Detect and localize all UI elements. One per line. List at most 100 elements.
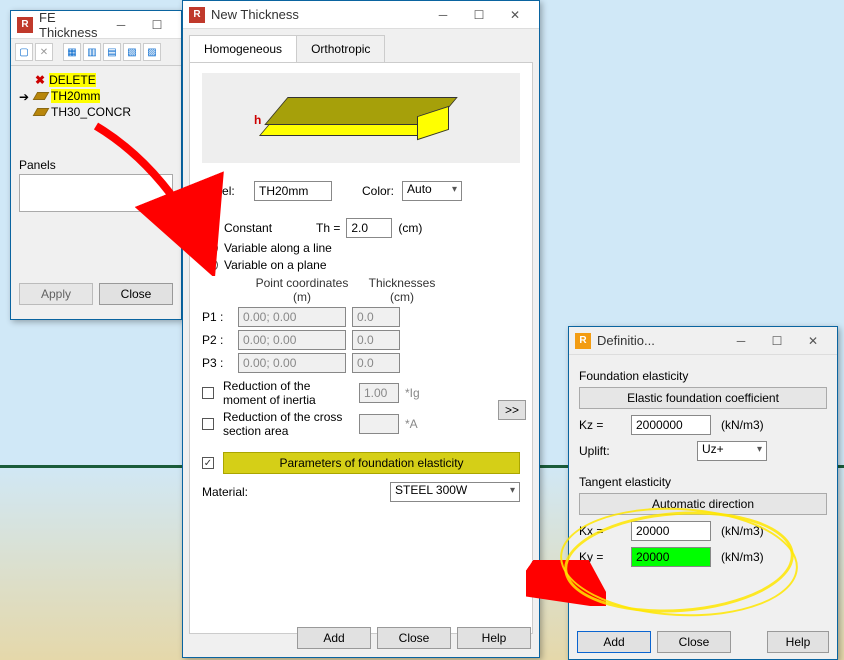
annotation-arrow-icon — [526, 560, 606, 606]
p3-thk-input — [352, 353, 400, 373]
material-select[interactable]: STEEL 300W — [390, 482, 520, 502]
foundation-params-button[interactable]: Parameters of foundation elasticity — [223, 452, 520, 474]
view2-icon[interactable]: ▥ — [83, 43, 101, 61]
close-button[interactable]: Close — [657, 631, 731, 653]
reduction-csa-input — [359, 414, 399, 434]
minimize-button[interactable]: ─ — [103, 15, 139, 35]
p1-label: P1 : — [202, 310, 232, 324]
new-thickness-window: R New Thickness ─ ☐ ✕ Homogeneous Orthot… — [182, 0, 540, 658]
list-item-th20[interactable]: ➔ TH20mm — [19, 88, 173, 104]
tangent-section-title: Tangent elasticity — [579, 475, 827, 489]
reduction-csa-label: Reduction of the cross section area — [223, 410, 353, 438]
radio-label: Constant — [224, 221, 310, 235]
label-input[interactable] — [254, 181, 332, 201]
delete-icon[interactable]: ✕ — [35, 43, 53, 61]
view5-icon[interactable]: ▨ — [143, 43, 161, 61]
annotation-arrow-icon — [86, 116, 226, 276]
material-label: Material: — [202, 485, 262, 499]
minimize-button[interactable]: ─ — [723, 331, 759, 351]
titlebar[interactable]: R FE Thickness ─ ☐ — [11, 11, 181, 39]
minimize-button[interactable]: ─ — [425, 5, 461, 25]
view1-icon[interactable]: ▦ — [63, 43, 81, 61]
radio-label: Variable on a plane — [224, 258, 327, 272]
window-title: Definitio... — [597, 333, 723, 348]
add-button[interactable]: Add — [577, 631, 651, 653]
item-label: TH20mm — [51, 89, 100, 103]
color-select[interactable]: Auto — [402, 181, 462, 201]
reduction-moi-unit: *Ig — [405, 386, 420, 400]
p2-thk-input — [352, 330, 400, 350]
titlebar[interactable]: R Definitio... ─ ☐ ✕ — [569, 327, 837, 355]
expand-button[interactable]: >> — [498, 400, 526, 420]
kx-input[interactable] — [631, 521, 711, 541]
apply-button[interactable]: Apply — [19, 283, 93, 305]
selected-arrow-icon: ➔ — [19, 90, 29, 104]
slab-icon — [33, 92, 50, 100]
window-title: New Thickness — [211, 7, 425, 22]
close-button[interactable]: Close — [99, 283, 173, 305]
maximize-button[interactable]: ☐ — [461, 5, 497, 25]
tab-content: h Label: Color: Auto Constant Th = (cm) … — [189, 62, 533, 634]
thickness-header: Thicknesses (cm) — [362, 276, 442, 304]
foundation-section-title: Foundation elasticity — [579, 369, 827, 383]
dim-h-label: h — [254, 113, 261, 127]
th-unit: (cm) — [398, 221, 422, 235]
radio-variable-plane[interactable]: Variable on a plane — [206, 258, 520, 272]
window-title: FE Thickness — [39, 10, 103, 40]
view3-icon[interactable]: ▤ — [103, 43, 121, 61]
close-icon[interactable]: ✕ — [795, 331, 831, 351]
th-input[interactable] — [346, 218, 392, 238]
reduction-moi-label: Reduction of the moment of inertia — [223, 379, 353, 407]
help-button[interactable]: Help — [767, 631, 829, 653]
elastic-coef-button[interactable]: Elastic foundation coefficient — [579, 387, 827, 409]
reduction-moi-checkbox[interactable] — [202, 387, 214, 399]
app-icon: R — [189, 7, 205, 23]
maximize-button[interactable]: ☐ — [139, 15, 175, 35]
tab-homogeneous[interactable]: Homogeneous — [189, 35, 297, 62]
reduction-csa-checkbox[interactable] — [202, 418, 214, 430]
x-icon: ✖ — [35, 73, 45, 87]
uplift-label: Uplift: — [579, 444, 625, 458]
reduction-moi-input — [359, 383, 399, 403]
p3-label: P3 : — [202, 356, 232, 370]
reduction-csa-unit: *A — [405, 417, 418, 431]
uplift-select[interactable]: Uz+ — [697, 441, 767, 461]
kz-unit: (kN/m3) — [721, 418, 764, 432]
th-label: Th = — [316, 221, 340, 235]
add-button[interactable]: Add — [297, 627, 371, 649]
kz-input[interactable] — [631, 415, 711, 435]
foundation-params-checkbox[interactable] — [202, 457, 214, 469]
help-button[interactable]: Help — [457, 627, 531, 649]
radio-variable-line[interactable]: Variable along a line — [206, 241, 520, 255]
toolbar: ▢ ✕ ▦ ▥ ▤ ▧ ▨ — [11, 39, 181, 66]
app-icon: R — [575, 333, 591, 349]
list-item-delete[interactable]: ✖ DELETE — [19, 72, 173, 88]
new-icon[interactable]: ▢ — [15, 43, 33, 61]
color-label: Color: — [362, 184, 394, 198]
radio-label: Variable along a line — [224, 241, 332, 255]
kz-label: Kz = — [579, 418, 625, 432]
p3-coord-input — [238, 353, 346, 373]
item-label: DELETE — [49, 73, 96, 87]
p2-label: P2 : — [202, 333, 232, 347]
p1-coord-input — [238, 307, 346, 327]
definition-window: R Definitio... ─ ☐ ✕ Foundation elastici… — [568, 326, 838, 660]
tab-bar: Homogeneous Orthotropic — [183, 29, 539, 62]
close-button[interactable]: Close — [377, 627, 451, 649]
kx-unit: (kN/m3) — [721, 524, 764, 538]
thickness-illustration: h — [202, 73, 520, 163]
radio-constant[interactable]: Constant Th = (cm) — [206, 218, 520, 238]
slab-icon — [33, 108, 50, 116]
ky-unit: (kN/m3) — [721, 550, 764, 564]
tab-orthotropic[interactable]: Orthotropic — [296, 35, 385, 62]
automatic-direction-button[interactable]: Automatic direction — [579, 493, 827, 515]
coords-header: Point coordinates (m) — [242, 276, 362, 304]
maximize-button[interactable]: ☐ — [759, 331, 795, 351]
close-icon[interactable]: ✕ — [497, 5, 533, 25]
p1-thk-input — [352, 307, 400, 327]
p2-coord-input — [238, 330, 346, 350]
app-icon: R — [17, 17, 33, 33]
ky-input[interactable] — [631, 547, 711, 567]
titlebar[interactable]: R New Thickness ─ ☐ ✕ — [183, 1, 539, 29]
view4-icon[interactable]: ▧ — [123, 43, 141, 61]
